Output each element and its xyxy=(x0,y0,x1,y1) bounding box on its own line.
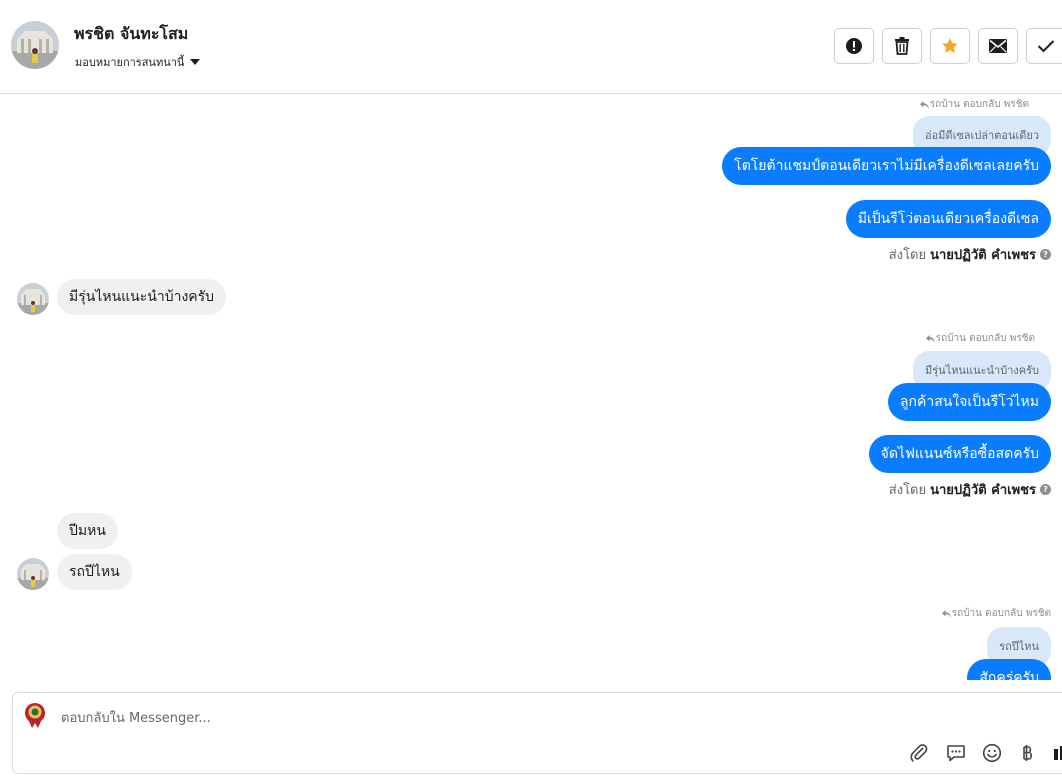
outgoing-message[interactable]: มีเป็นรีโว่ตอนเดียวเครื่องดีเซล xyxy=(845,200,1051,238)
reply-meta: รถบ้าน ตอบกลับ พรชิต xyxy=(925,331,1035,346)
contact-avatar-small xyxy=(17,283,49,315)
contact-name: พรชิต จันทะโสม xyxy=(74,24,189,43)
outgoing-message[interactable]: จัดไฟแนนซ์หรือซื้อสดครับ xyxy=(868,435,1051,473)
contact-avatar-small xyxy=(17,558,49,590)
more-icon[interactable] xyxy=(1047,741,1062,765)
reply-composer[interactable]: ตอบกลับใน Messenger... xyxy=(12,692,1062,774)
reply-meta: รถบ้าน ตอบกลับ พรชิต xyxy=(941,606,1051,621)
reply-arrow-icon xyxy=(925,334,935,343)
help-icon[interactable]: ? xyxy=(1040,249,1051,260)
mark-unread-button[interactable] xyxy=(978,28,1018,64)
reply-meta: รถบ้าน ตอบกลับ พรชิต xyxy=(919,97,1029,112)
mark-spam-button[interactable] xyxy=(834,28,874,64)
sent-by-label: ส่งโดย นายปฏิวัติ คำเพชร ? xyxy=(889,479,1051,500)
incoming-message[interactable]: ปีมหน xyxy=(57,513,118,549)
envelope-icon xyxy=(989,39,1007,53)
conversation-header: พรชิต จันทะโสม มอบหมายการสนทนานี้ xyxy=(0,0,1062,94)
reply-arrow-icon xyxy=(941,609,951,618)
outgoing-message[interactable]: ลูกค้าสนใจเป็นรีโว่ไหม xyxy=(887,383,1051,421)
help-icon[interactable]: ? xyxy=(1040,484,1051,495)
page-avatar xyxy=(21,701,49,729)
messenger-inbox: พรชิต จันทะโสม มอบหมายการสนทนานี้ รถบ้าน… xyxy=(0,0,1062,780)
assign-label: มอบหมายการสนทนานี้ xyxy=(75,56,185,69)
star-button[interactable] xyxy=(930,28,970,64)
emoji-icon[interactable] xyxy=(980,741,1004,765)
baht-icon[interactable] xyxy=(1015,741,1039,765)
mark-done-button[interactable] xyxy=(1026,28,1062,64)
sender-name: นายปฏิวัติ คำเพชร xyxy=(930,248,1036,263)
outgoing-message[interactable]: สักครู่ครับ xyxy=(967,659,1051,680)
chat-bubble-icon[interactable] xyxy=(944,741,968,765)
incoming-message[interactable]: มีรุ่นไหนแนะนำบ้างครับ xyxy=(57,279,227,315)
delete-button[interactable] xyxy=(882,28,922,64)
sent-by-label: ส่งโดย นายปฏิวัติ คำเพชร ? xyxy=(889,244,1051,265)
incoming-message[interactable]: รถปีไหน xyxy=(57,554,132,590)
sender-name: นายปฏิวัติ คำเพชร xyxy=(930,483,1036,498)
attachment-icon[interactable] xyxy=(907,741,931,765)
assign-conversation-dropdown[interactable]: มอบหมายการสนทนานี้ xyxy=(75,53,201,71)
outgoing-message[interactable]: โตโยต้าแชมป์ตอนเดียวเราไม่มีเครื่องดีเซล… xyxy=(722,147,1051,185)
contact-avatar[interactable] xyxy=(11,21,59,69)
message-input[interactable]: ตอบกลับใน Messenger... xyxy=(61,707,211,728)
checkmark-icon xyxy=(1037,40,1055,53)
star-icon xyxy=(942,38,958,53)
message-thread[interactable]: รถบ้าน ตอบกลับ พรชิต อ่อมีดีเซลเปล่าตอนเ… xyxy=(0,95,1062,680)
caret-down-icon xyxy=(190,59,201,65)
alert-icon xyxy=(846,38,862,54)
trash-icon xyxy=(895,37,909,55)
reply-arrow-icon xyxy=(919,100,929,109)
